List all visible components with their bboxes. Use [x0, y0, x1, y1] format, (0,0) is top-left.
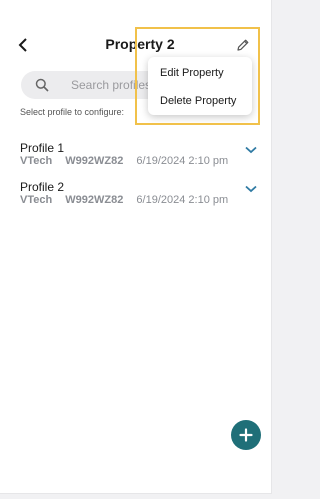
profile-brand: VTech: [20, 155, 53, 167]
property-options-menu: Edit Property Delete Property: [148, 57, 252, 115]
delete-property-menu-item[interactable]: Delete Property: [160, 95, 236, 107]
profile-name: Profile 1: [20, 141, 65, 155]
profile-brand: VTech: [20, 194, 53, 206]
pencil-icon: [237, 39, 249, 51]
plus-icon: [239, 428, 253, 442]
chevron-down-icon[interactable]: [245, 185, 257, 193]
profile-name: Profile 2: [20, 180, 65, 194]
profile-model: W992WZ82: [65, 155, 124, 167]
profile-list-item[interactable]: Profile 1 VTech W992WZ82 6/19/2024 2:10 …: [20, 142, 260, 172]
profile-meta: VTech W992WZ82 6/19/2024 2:10 pm: [20, 194, 260, 207]
chevron-left-icon: [18, 38, 27, 52]
instruction-text: Select profile to configure:: [20, 107, 125, 117]
app-screen: Property 2 Select profile to configure: …: [0, 0, 272, 494]
edit-property-menu-item[interactable]: Edit Property: [160, 67, 224, 79]
back-button[interactable]: [14, 35, 32, 55]
edit-property-button[interactable]: [234, 35, 252, 55]
profile-meta: VTech W992WZ82 6/19/2024 2:10 pm: [20, 155, 260, 168]
search-icon: [35, 77, 51, 93]
profile-timestamp: 6/19/2024 2:10 pm: [136, 155, 229, 167]
add-profile-button[interactable]: [231, 420, 261, 450]
chevron-down-icon[interactable]: [245, 146, 257, 154]
profile-timestamp: 6/19/2024 2:10 pm: [136, 194, 229, 206]
profile-model: W992WZ82: [65, 194, 124, 206]
profile-list-item[interactable]: Profile 2 VTech W992WZ82 6/19/2024 2:10 …: [20, 181, 260, 211]
page-title: Property 2: [105, 36, 175, 52]
